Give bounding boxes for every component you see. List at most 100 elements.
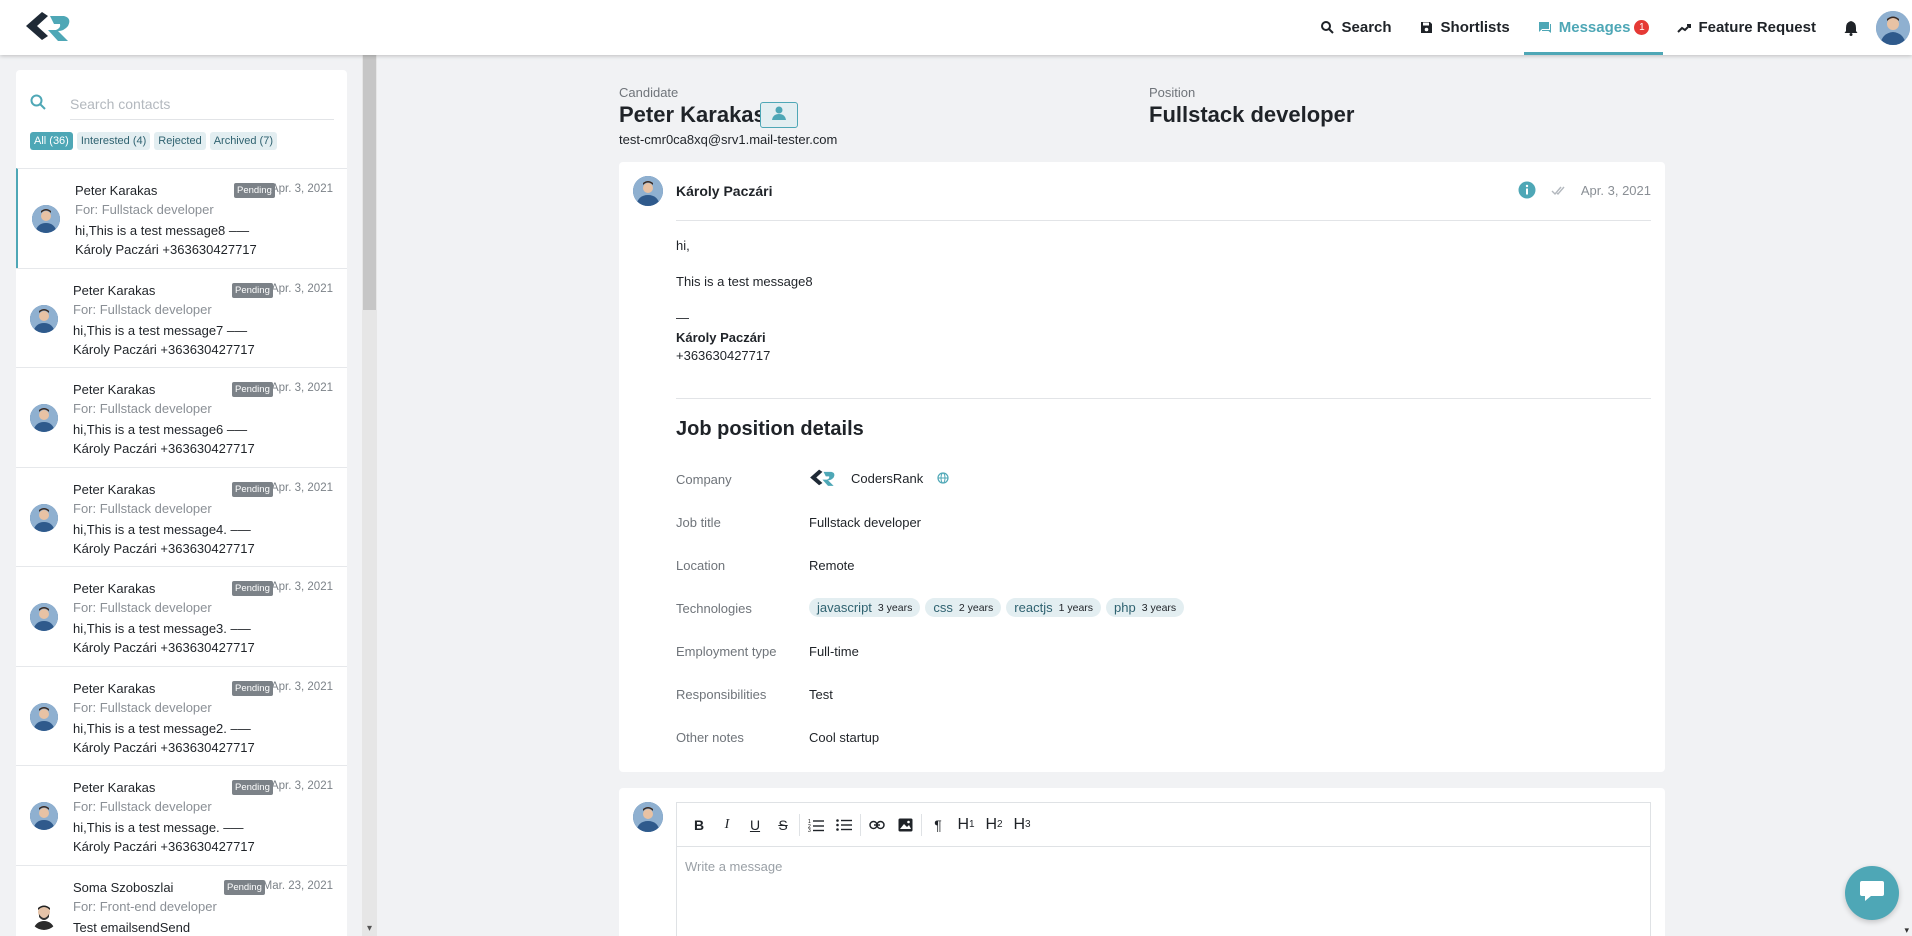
technology-chip: php 3 years: [1106, 598, 1185, 617]
technology-years: 1 years: [1058, 601, 1094, 614]
message-date: Apr. 3, 2021: [1580, 183, 1651, 198]
message-preview: hi,This is a test message7 –— Károly Pac…: [73, 322, 255, 357]
contact-name: Peter Karakas: [75, 183, 158, 198]
strikethrough-button[interactable]: S: [769, 811, 797, 839]
contact-list-item[interactable]: Soma Szoboszlai Pending Mar. 23, 2021 Fo…: [16, 864, 347, 936]
technology-years: 3 years: [877, 601, 913, 614]
nav-feature-request[interactable]: Feature Request: [1663, 0, 1830, 55]
bullet-list-icon[interactable]: [830, 811, 858, 839]
location-value: Remote: [809, 558, 855, 573]
contact-list-item[interactable]: Peter Karakas Pending Apr. 3, 2021 For: …: [16, 665, 347, 766]
toolbar-divider: [860, 813, 861, 836]
technology-years: 2 years: [958, 601, 994, 614]
contact-avatar: [30, 304, 58, 333]
chat-icon: [1538, 20, 1553, 35]
editor-placeholder: Write a message: [685, 859, 783, 874]
contact-name: Peter Karakas: [73, 382, 156, 397]
contact-list-item[interactable]: Peter Karakas Pending Apr. 3, 2021 For: …: [16, 168, 347, 268]
nav-shortlists[interactable]: Shortlists: [1406, 0, 1524, 55]
contact-list-item[interactable]: Peter Karakas Pending Apr. 3, 2021 For: …: [16, 267, 347, 368]
nav-shortlists-label: Shortlists: [1440, 19, 1510, 36]
scrollbar-thumb[interactable]: [363, 55, 376, 310]
underline-button[interactable]: U: [741, 811, 769, 839]
contact-list-item[interactable]: Peter Karakas Pending Apr. 3, 2021 For: …: [16, 765, 347, 865]
job-details-title: Job position details: [676, 418, 864, 440]
job-title-value: Fullstack developer: [809, 515, 921, 530]
contact-avatar: [30, 603, 58, 631]
contact-avatar: [32, 205, 60, 233]
chat-bubble-icon: [1859, 879, 1885, 908]
contact-position: For: Fullstack developer: [73, 699, 212, 715]
message-preview: hi,This is a test message2. –— Károly Pa…: [73, 720, 255, 755]
ordered-list-icon[interactable]: 123: [802, 811, 830, 839]
search-icon: [1320, 20, 1336, 35]
contact-avatar: [30, 404, 58, 432]
contact-search: [30, 88, 334, 120]
message-preview: hi,This is a test message4. –— Károly Pa…: [73, 521, 255, 556]
status-badge: Pending: [232, 581, 273, 596]
contact-position: For: Fullstack developer: [73, 799, 212, 814]
contact-date: Apr. 3, 2021: [270, 382, 333, 394]
company-value: CodersRank: [809, 468, 949, 488]
image-icon[interactable]: [891, 811, 919, 839]
job-title-label: Job title: [676, 515, 721, 530]
contact-list-item[interactable]: Peter Karakas Pending Apr. 3, 2021 For: …: [16, 367, 347, 467]
contact-name: Peter Karakas: [73, 581, 156, 596]
person-icon: [771, 105, 787, 126]
position-name: Fullstack developer: [1149, 102, 1355, 127]
svg-text:3: 3: [808, 828, 811, 832]
sidebar-scrollbar[interactable]: ▾: [362, 55, 377, 936]
editor-toolbar: B I U S 123 ¶ H1 H2 H3: [676, 802, 1651, 846]
heading-3-button[interactable]: H3: [1008, 811, 1036, 839]
contact-position: For: Fullstack developer: [73, 600, 212, 615]
search-contacts-input[interactable]: [70, 88, 334, 120]
contact-name: Peter Karakas: [73, 282, 156, 298]
search-icon: [30, 94, 50, 115]
contact-position: For: Fullstack developer: [73, 301, 212, 317]
message-preview: hi,This is a test message8 –— Károly Pac…: [75, 223, 257, 257]
technology-name: css: [933, 600, 953, 615]
technology-name: php: [1114, 600, 1136, 615]
view-profile-button[interactable]: [760, 102, 798, 128]
bold-button[interactable]: B: [685, 811, 713, 839]
unread-badge: 1: [1634, 20, 1650, 35]
heading-2-button[interactable]: H2: [980, 811, 1008, 839]
paragraph-button[interactable]: ¶: [924, 811, 952, 839]
notifications-bell-icon[interactable]: [1830, 0, 1872, 55]
filter-archived[interactable]: Archived (7): [209, 132, 277, 150]
contact-avatar: [30, 503, 58, 532]
technologies-list: javascript 3 years css 2 years reactjs 1 year…: [809, 598, 1189, 617]
contact-date: Apr. 3, 2021: [270, 282, 333, 295]
technology-chip: reactjs 1 years: [1006, 598, 1102, 617]
filter-all[interactable]: All (36): [30, 132, 73, 150]
technology-chip: css 2 years: [925, 598, 1002, 617]
contact-name: Soma Szoboszlai: [73, 879, 174, 895]
contact-name: Peter Karakas: [73, 780, 156, 795]
main-nav: Search Shortlists Messages 1 Feature Req…: [1307, 0, 1912, 55]
nav-messages[interactable]: Messages 1: [1523, 0, 1664, 55]
message-preview: hi,This is a test message3. –— Károly Pa…: [73, 621, 255, 655]
chat-support-button[interactable]: [1845, 866, 1899, 920]
save-icon: [1420, 20, 1435, 35]
message-editor[interactable]: Write a message: [676, 846, 1651, 936]
company-name: CodersRank: [851, 470, 924, 486]
codersrank-logo-icon[interactable]: [24, 10, 74, 44]
contact-list-item[interactable]: Peter Karakas Pending Apr. 3, 2021 For: …: [16, 466, 347, 567]
info-icon[interactable]: [1518, 181, 1536, 204]
scroll-down-icon[interactable]: ▾: [362, 923, 377, 934]
heading-1-button[interactable]: H1: [952, 811, 980, 839]
italic-button[interactable]: I: [713, 811, 741, 839]
filter-interested[interactable]: Interested (4): [76, 132, 151, 150]
message-greeting: hi,: [676, 238, 690, 253]
contacts-sidebar: All (36) Interested (4) Rejected Archive…: [16, 70, 347, 936]
filter-rejected[interactable]: Rejected: [154, 132, 206, 150]
contact-name: Peter Karakas: [73, 481, 156, 497]
user-avatar[interactable]: [1876, 10, 1910, 45]
contact-list-item[interactable]: Peter Karakas Pending Apr. 3, 2021 For: …: [16, 566, 347, 666]
globe-icon[interactable]: [937, 472, 949, 484]
link-icon[interactable]: [863, 811, 891, 839]
message-card: Károly Paczári Apr. 3, 2021 hi, This is …: [619, 162, 1665, 772]
status-badge: Pending: [232, 481, 273, 497]
page-scroll-down-icon[interactable]: ▾: [1904, 925, 1909, 936]
nav-search[interactable]: Search: [1307, 0, 1406, 55]
